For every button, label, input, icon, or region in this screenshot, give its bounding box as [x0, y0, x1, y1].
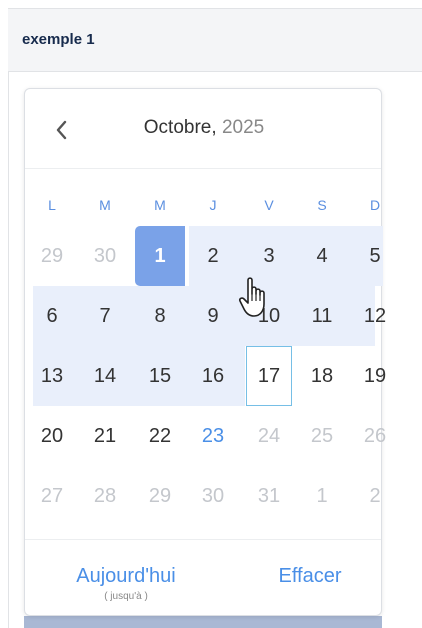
month-year-label: Octobre, 2025 — [25, 117, 383, 139]
day-cell[interactable]: 5 — [352, 226, 398, 286]
day-cell[interactable]: 24 — [246, 406, 292, 466]
weekday-label: D — [369, 197, 381, 213]
day-cell[interactable]: 22 — [137, 406, 183, 466]
day-cell[interactable]: 30 — [82, 226, 128, 286]
day-cell[interactable]: 11 — [299, 286, 345, 346]
day-cell[interactable]: 20 — [29, 406, 75, 466]
day-cell[interactable]: 3 — [246, 226, 292, 286]
day-cell[interactable]: 6 — [29, 286, 75, 346]
day-cell[interactable]: 26 — [352, 406, 398, 466]
weekday-label: J — [209, 197, 217, 213]
day-cell[interactable]: 29 — [29, 226, 75, 286]
day-cell[interactable]: 27 — [29, 466, 75, 526]
today-button-label: Aujourd'hui — [76, 565, 176, 587]
day-cell[interactable]: 16 — [190, 346, 236, 406]
weekday-label: L — [48, 197, 56, 213]
day-cell[interactable]: 13 — [29, 346, 75, 406]
clear-button[interactable]: Effacer — [265, 565, 355, 588]
day-cell[interactable]: 28 — [82, 466, 128, 526]
day-cell[interactable]: 14 — [82, 346, 128, 406]
day-cell[interactable]: 18 — [299, 346, 345, 406]
divider — [25, 539, 381, 540]
content-border — [8, 72, 9, 628]
weekday-label: M — [99, 197, 111, 213]
day-cell[interactable]: 2 — [190, 226, 236, 286]
day-cell[interactable]: 10 — [246, 286, 292, 346]
weekday-label: V — [264, 197, 274, 213]
day-cell[interactable]: 7 — [82, 286, 128, 346]
year-label: 2025 — [221, 117, 265, 138]
day-cell-hovered[interactable]: 17 — [246, 346, 292, 406]
day-cell[interactable]: 19 — [352, 346, 398, 406]
day-cell[interactable]: 15 — [137, 346, 183, 406]
date-picker: Octobre, 2025 LMMJVSD 29 30 1 2 3 4 5 6 7 8 9 10 11 1… — [24, 88, 386, 616]
divider — [25, 168, 381, 169]
day-cell[interactable]: 30 — [190, 466, 236, 526]
today-button[interactable]: Aujourd'hui ( jusqu'à ) — [63, 565, 189, 602]
day-cell[interactable]: 29 — [137, 466, 183, 526]
day-cell[interactable]: 12 — [352, 286, 398, 346]
weekday-label: M — [154, 197, 166, 213]
day-cell[interactable]: 25 — [299, 406, 345, 466]
weekday-header: LMMJVSD — [33, 197, 380, 217]
day-cell[interactable]: 21 — [82, 406, 128, 466]
day-cell[interactable]: 4 — [299, 226, 345, 286]
page-title: exemple 1 — [22, 31, 95, 48]
day-cell[interactable]: 9 — [190, 286, 236, 346]
day-cell[interactable]: 2 — [352, 466, 398, 526]
page-header: exemple 1 — [8, 8, 422, 72]
day-cell[interactable]: 1 — [299, 466, 345, 526]
today-button-sublabel: ( jusqu'à ) — [104, 591, 148, 602]
input-field-edge — [24, 616, 382, 628]
day-cell[interactable]: 31 — [246, 466, 292, 526]
day-cell-selected[interactable]: 1 — [135, 226, 185, 286]
weekday-label: S — [317, 197, 327, 213]
day-cell[interactable]: 8 — [137, 286, 183, 346]
month-label: Octobre, — [143, 117, 217, 138]
day-cell-today[interactable]: 23 — [190, 406, 236, 466]
